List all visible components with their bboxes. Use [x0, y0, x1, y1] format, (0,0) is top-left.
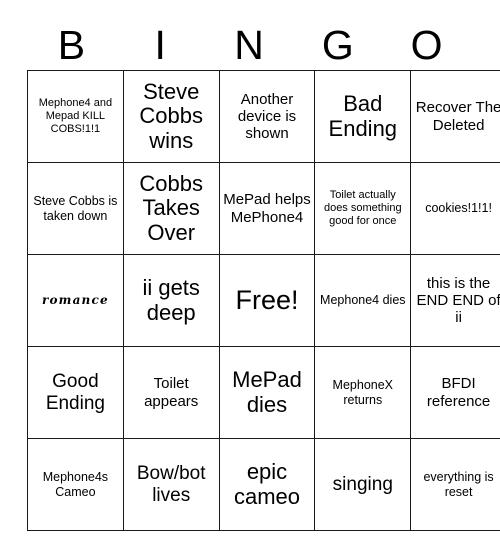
bingo-grid: Mephone4 and Mepad KILL COBS!1!1 Steve Co… — [27, 70, 500, 531]
bingo-cell[interactable]: Steve Cobbs is taken down — [27, 162, 124, 255]
bingo-cell-label: ii gets deep — [142, 275, 200, 325]
bingo-row: Mephone4s Cameo Bow/bot lives epic cameo si… — [27, 438, 500, 531]
bingo-cell[interactable]: Mephone4 and Mepad KILL COBS!1!1 — [27, 70, 124, 163]
bingo-cell-label: Bad Ending — [328, 91, 398, 141]
bingo-cell[interactable]: Cobbs Takes Over — [122, 162, 220, 255]
bingo-cell-label: Another device is shown — [237, 90, 297, 143]
bingo-cell[interactable]: MePad helps MePhone4 — [218, 162, 316, 255]
bingo-cell[interactable]: BFDI reference — [410, 346, 500, 439]
bingo-cell-label: Toilet actually does something good for … — [323, 189, 402, 227]
bingo-cell[interactable]: everything is reset — [410, 438, 500, 531]
bingo-cell-label: Steve Cobbs is taken down — [33, 193, 118, 223]
bingo-cell-label: cookies!1!1! — [425, 201, 492, 216]
bingo-card: B I N G O Mephone4 and Mepad KILL COBS!1… — [27, 8, 500, 531]
bingo-cell[interactable]: this is the END END of ii — [410, 254, 500, 347]
bingo-cell-label: Mephone4 dies — [320, 293, 406, 308]
bingo-cell[interactable]: Good Ending — [27, 346, 124, 439]
bingo-cell-label: this is the END END of ii — [416, 274, 500, 327]
bingo-header-letter-g: G — [321, 22, 354, 68]
bingo-cell[interactable]: Bow/bot lives — [122, 438, 220, 531]
bingo-header-letter-b: B — [57, 22, 86, 68]
bingo-cell-label: Mephone4s Cameo — [42, 469, 109, 499]
bingo-cell[interactable]: singing — [314, 438, 412, 531]
bingo-header-row: B I N G O — [27, 8, 471, 70]
bingo-cell-label: singing — [332, 473, 393, 495]
bingo-cell[interactable]: ii gets deep — [122, 254, 220, 347]
bingo-cell[interactable]: Toilet appears — [122, 346, 220, 439]
bingo-cell-label: MephoneX returns — [332, 377, 394, 407]
bingo-cell[interactable]: Steve Cobbs wins — [122, 70, 220, 163]
bingo-cell[interactable]: romance — [27, 254, 124, 347]
bingo-cell-label: Toilet appears — [144, 375, 199, 410]
bingo-header-letter-i: I — [154, 22, 166, 68]
bingo-header-letter-o: O — [410, 22, 443, 68]
bingo-cell-label: Good Ending — [45, 371, 105, 414]
bingo-cell-label: MePad dies — [232, 367, 302, 417]
bingo-cell-label: Recover The Deleted — [415, 99, 500, 134]
bingo-cell[interactable]: Recover The Deleted — [410, 70, 500, 163]
bingo-cell[interactable]: MePad dies — [218, 346, 316, 439]
bingo-row: romance ii gets deep Free! Mephone4 dies thi… — [27, 254, 500, 347]
bingo-cell-label: romance — [41, 293, 109, 308]
bingo-cell-label: Free! — [235, 285, 299, 316]
bingo-cell[interactable]: cookies!1!1! — [410, 162, 500, 255]
bingo-cell-label: Mephone4 and Mepad KILL COBS!1!1 — [38, 97, 113, 135]
bingo-cell[interactable]: Mephone4 dies — [314, 254, 412, 347]
bingo-cell[interactable]: MephoneX returns — [314, 346, 412, 439]
bingo-cell-label: epic cameo — [233, 459, 301, 509]
bingo-cell-label: Cobbs Takes Over — [139, 171, 203, 245]
bingo-cell-label: everything is reset — [423, 469, 494, 499]
bingo-cell-label: Bow/bot lives — [136, 463, 206, 506]
bingo-header-letter-n: N — [234, 22, 264, 68]
bingo-cell-label: BFDI reference — [426, 375, 491, 410]
bingo-cell[interactable]: Mephone4s Cameo — [27, 438, 124, 531]
bingo-row: Good Ending Toilet appears MePad dies Mepho… — [27, 346, 500, 439]
bingo-row: Mephone4 and Mepad KILL COBS!1!1 Steve Co… — [27, 70, 500, 163]
bingo-cell-label: MePad helps MePhone4 — [223, 191, 311, 226]
bingo-cell[interactable]: Toilet actually does something good for … — [314, 162, 412, 255]
bingo-free-space-cell[interactable]: Free! — [218, 254, 316, 347]
bingo-cell[interactable]: Another device is shown — [218, 70, 316, 163]
bingo-row: Steve Cobbs is taken down Cobbs Takes Ove… — [27, 162, 500, 255]
bingo-cell[interactable]: epic cameo — [218, 438, 316, 531]
bingo-cell-label: Steve Cobbs wins — [139, 79, 203, 153]
bingo-cell[interactable]: Bad Ending — [314, 70, 412, 163]
